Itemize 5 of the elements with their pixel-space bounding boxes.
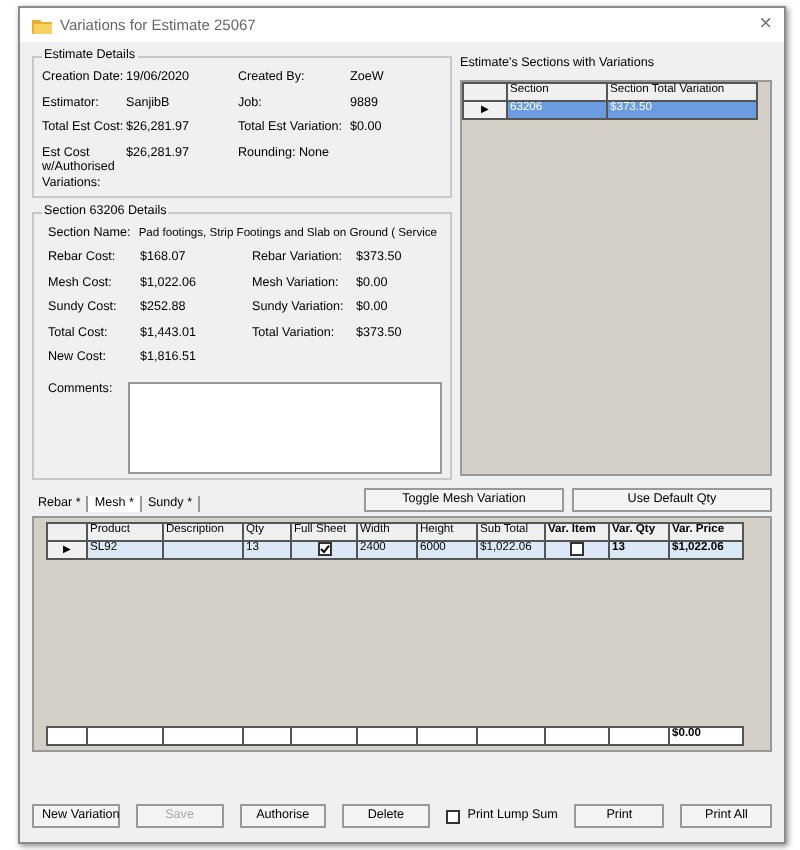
close-button[interactable]: ×	[759, 11, 772, 39]
comments-field[interactable]	[128, 381, 442, 474]
column-header	[463, 82, 507, 101]
folder-icon	[32, 16, 52, 34]
column-header	[47, 522, 87, 541]
